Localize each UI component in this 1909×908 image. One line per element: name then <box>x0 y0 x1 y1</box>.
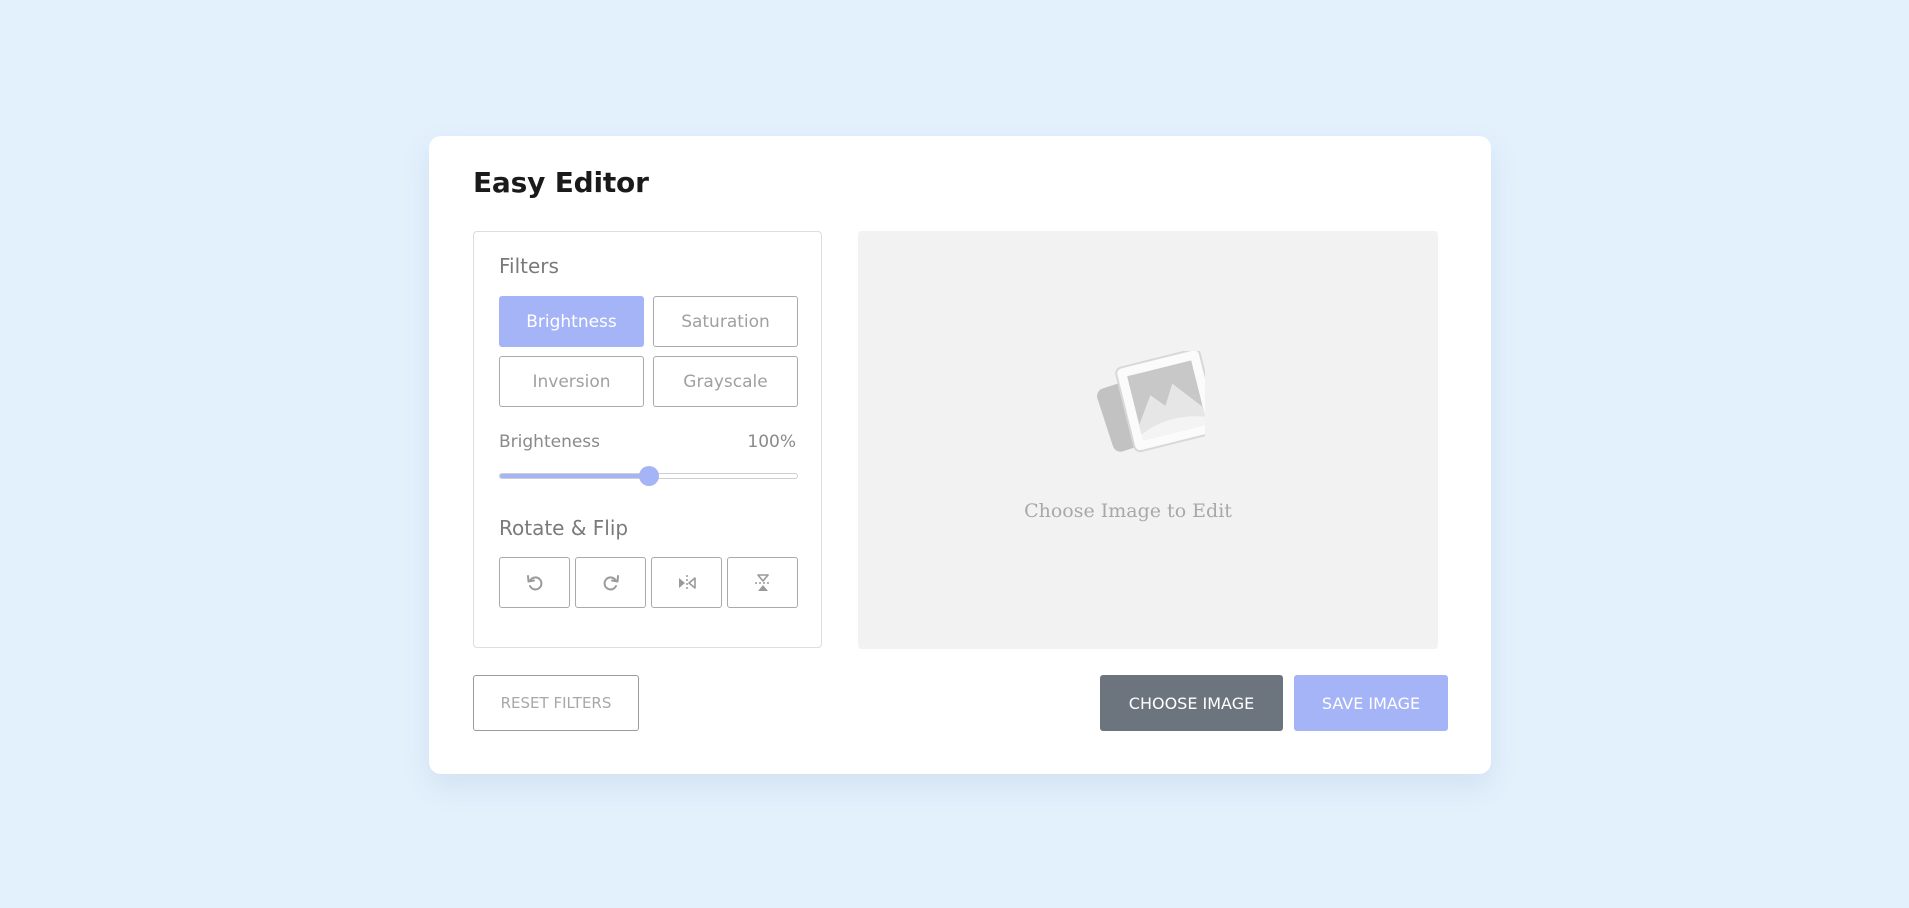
filters-panel: Filters Brightness Saturation Inversion … <box>473 231 822 648</box>
placeholder-text: Choose Image to Edit <box>1024 500 1232 522</box>
rotate-right-button[interactable] <box>575 557 646 608</box>
filter-saturation-button[interactable]: Saturation <box>653 296 798 347</box>
filters-heading: Filters <box>499 254 559 278</box>
reset-filters-button[interactable]: RESET FILTERS <box>473 675 639 731</box>
rotate-left-button[interactable] <box>499 557 570 608</box>
filter-grayscale-button[interactable]: Grayscale <box>653 356 798 407</box>
rotate-left-icon <box>526 574 542 590</box>
slider-label: Brighteness <box>499 432 601 452</box>
slider-value: 100% <box>747 432 796 452</box>
flip-vertical-icon <box>754 573 771 591</box>
flip-horizontal-icon <box>678 574 696 591</box>
rotate-right-icon <box>603 574 619 590</box>
filter-inversion-button[interactable]: Inversion <box>499 356 644 407</box>
flip-horizontal-button[interactable] <box>651 557 722 608</box>
image-preview: Choose Image to Edit <box>858 231 1438 649</box>
save-image-button[interactable]: SAVE IMAGE <box>1294 675 1448 731</box>
brightness-slider[interactable] <box>499 466 798 486</box>
filter-brightness-button[interactable]: Brightness <box>499 296 644 347</box>
choose-image-button[interactable]: CHOOSE IMAGE <box>1100 675 1283 731</box>
rotate-flip-heading: Rotate & Flip <box>499 516 629 540</box>
slider-thumb[interactable] <box>638 466 659 486</box>
app-title: Easy Editor <box>473 166 649 199</box>
editor-card: Easy Editor Filters Brightness Saturatio… <box>429 136 1491 774</box>
image-placeholder-icon <box>1097 351 1205 453</box>
slider-fill <box>500 474 649 478</box>
flip-vertical-button[interactable] <box>727 557 798 608</box>
